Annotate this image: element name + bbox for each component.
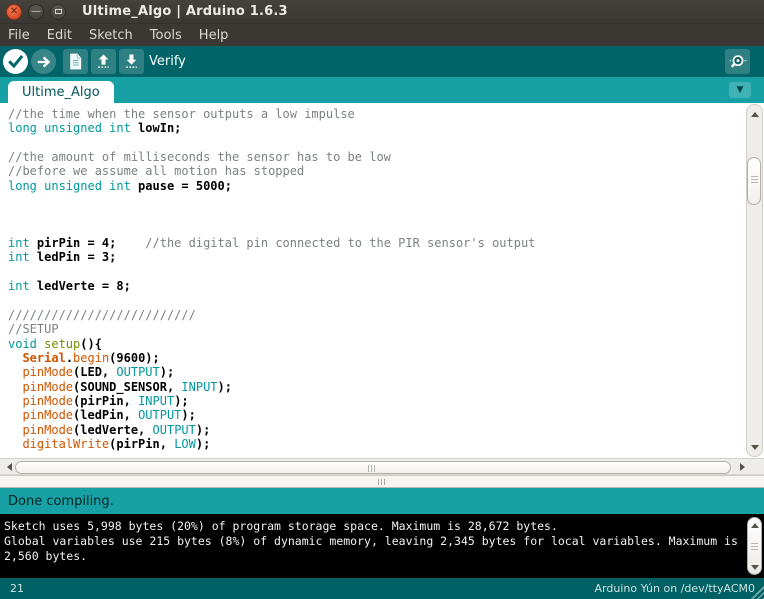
code-line: pinMode(ledPin, OUTPUT);	[8, 408, 535, 422]
serial-monitor-button[interactable]	[725, 49, 750, 74]
code-line: //before we assume all motion has stoppe…	[8, 164, 535, 178]
tab-menu-button[interactable]: ▼	[729, 82, 751, 98]
code-line: //////////////////////////	[8, 308, 535, 322]
code-line: int pirPin = 4; //the digital pin connec…	[8, 236, 535, 250]
code-line: int ledPin = 3;	[8, 250, 535, 264]
menu-file[interactable]: File	[8, 28, 30, 43]
code-area[interactable]: //the time when the sensor outputs a low…	[8, 107, 535, 451]
console-scrollbar[interactable]	[747, 517, 762, 575]
toolbar-hover-label: Verify	[149, 46, 186, 77]
menu-bar: File Edit Sketch Tools Help	[0, 24, 764, 46]
code-line	[8, 222, 535, 236]
code-line: //the amount of milliseconds the sensor …	[8, 150, 535, 164]
open-sketch-button[interactable]	[91, 49, 116, 74]
check-icon	[5, 51, 26, 72]
new-sketch-button[interactable]	[63, 49, 88, 74]
vertical-scroll-thumb[interactable]	[747, 157, 761, 205]
up-arrow-icon	[93, 51, 114, 72]
menu-help[interactable]: Help	[199, 28, 229, 43]
down-arrow-icon	[121, 51, 142, 72]
save-sketch-button[interactable]	[119, 49, 144, 74]
code-line	[8, 293, 535, 307]
code-line	[8, 193, 535, 207]
close-icon: ✕	[10, 7, 18, 17]
new-document-icon	[65, 51, 86, 72]
code-line	[8, 207, 535, 221]
console-scroll-grip	[751, 546, 758, 547]
code-line	[8, 136, 535, 150]
tab-ultime-algo[interactable]: Ultime_Algo	[8, 81, 114, 103]
tab-label: Ultime_Algo	[22, 85, 100, 100]
code-line: //the time when the sensor outputs a low…	[8, 107, 535, 121]
footer-status-bar: 21 Arduino Yún on /dev/ttyACM0	[0, 578, 764, 599]
scroll-down-icon[interactable]	[747, 440, 762, 454]
code-line: void setup(){	[8, 337, 535, 351]
window-title: Ultime_Algo | Arduino 1.6.3	[82, 4, 288, 19]
scroll-up-icon[interactable]	[747, 107, 762, 121]
code-line: pinMode(LED, OUTPUT);	[8, 365, 535, 379]
editor-vertical-scrollbar[interactable]	[746, 104, 763, 457]
code-line: pinMode(pirPin, INPUT);	[8, 394, 535, 408]
code-line: //SETUP	[8, 322, 535, 336]
code-line: int ledVerte = 8;	[8, 279, 535, 293]
status-message: Done compiling.	[8, 494, 114, 509]
upload-button[interactable]	[31, 49, 56, 74]
code-line	[8, 265, 535, 279]
board-port-info: Arduino Yún on /dev/ttyACM0	[595, 582, 755, 595]
code-line: pinMode(SOUND_SENSOR, INPUT);	[8, 380, 535, 394]
console-line: Sketch uses 5,998 bytes (20%) of program…	[4, 519, 744, 534]
maximize-button[interactable]	[50, 4, 66, 20]
code-line: Serial.begin(9600);	[8, 351, 535, 365]
right-arrow-icon	[34, 52, 54, 72]
menu-sketch[interactable]: Sketch	[89, 28, 133, 43]
title-bar[interactable]: ✕ — Ultime_Algo | Arduino 1.6.3	[0, 0, 764, 24]
console-output: Sketch uses 5,998 bytes (20%) of program…	[0, 514, 764, 578]
close-button[interactable]: ✕	[6, 4, 22, 20]
tab-bar: Ultime_Algo ▼	[0, 77, 764, 103]
code-line: long unsigned int pause = 5000;	[8, 179, 535, 193]
editor-horizontal-scrollbar[interactable]	[0, 458, 764, 475]
minimize-button[interactable]: —	[28, 4, 44, 20]
code-line: pinMode(ledVerte, OUTPUT);	[8, 423, 535, 437]
minimize-icon: —	[31, 7, 41, 17]
scroll-right-icon[interactable]	[736, 460, 749, 473]
menu-edit[interactable]: Edit	[47, 28, 72, 43]
pane-divider[interactable]	[0, 475, 764, 488]
status-bar: Done compiling.	[0, 488, 764, 514]
arduino-ide-window: ✕ — Ultime_Algo | Arduino 1.6.3 File Edi…	[0, 0, 764, 599]
scroll-down-icon[interactable]	[748, 561, 761, 573]
magnifier-icon	[727, 51, 749, 73]
menu-tools[interactable]: Tools	[150, 28, 182, 43]
chevron-down-icon: ▼	[737, 86, 744, 95]
code-line: long unsigned int lowIn;	[8, 121, 535, 135]
toolbar: Verify	[0, 46, 764, 77]
console-line: Global variables use 215 bytes (8%) of d…	[4, 534, 744, 549]
code-editor[interactable]: //the time when the sensor outputs a low…	[0, 103, 764, 458]
scroll-up-icon[interactable]	[748, 519, 761, 531]
current-line-number: 21	[10, 582, 24, 595]
code-line: digitalWrite(pirPin, LOW);	[8, 437, 535, 451]
horizontal-scroll-thumb[interactable]	[15, 461, 731, 474]
verify-button[interactable]	[3, 49, 28, 74]
divider-grip	[381, 479, 382, 485]
maximize-icon	[55, 9, 62, 14]
console-line: 2,560 bytes.	[4, 549, 744, 564]
